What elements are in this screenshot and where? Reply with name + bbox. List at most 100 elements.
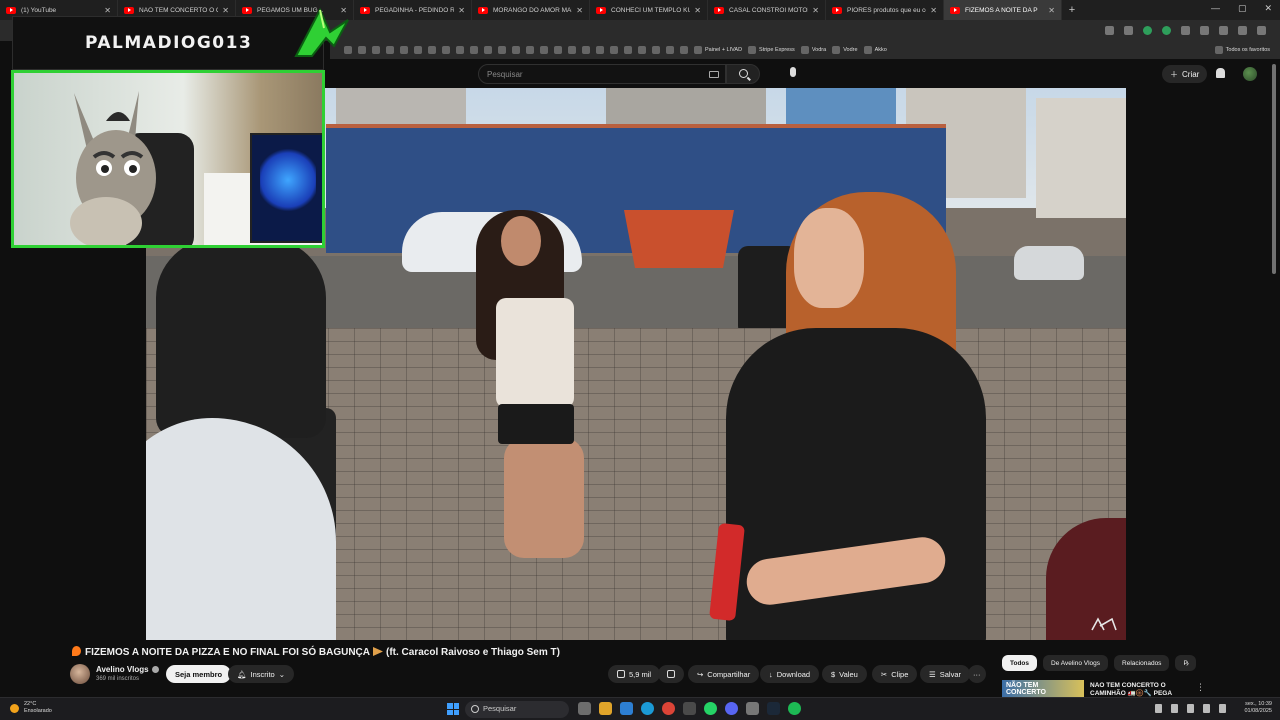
bookmark-item[interactable] <box>610 46 618 54</box>
chip-all[interactable]: Todos <box>1002 655 1038 671</box>
share-button[interactable]: ↪ Compartilhar <box>688 665 760 683</box>
bookmark-item[interactable] <box>554 46 562 54</box>
chip-channel[interactable]: De Avelino Vlogs <box>1043 655 1109 671</box>
install-app-icon[interactable] <box>1105 26 1114 35</box>
bookmark-stripe[interactable]: Stripe Express <box>748 46 795 54</box>
bookmark-item[interactable] <box>358 46 366 54</box>
bookmark-akko[interactable]: Akko <box>863 46 887 54</box>
bell-icon[interactable] <box>1216 68 1225 78</box>
close-tab-icon[interactable]: ✕ <box>222 6 229 15</box>
bookmark-item[interactable] <box>638 46 646 54</box>
chevron-right-icon[interactable]: › <box>1186 658 1189 668</box>
spotify-icon[interactable] <box>788 702 801 715</box>
bookmark-item[interactable] <box>680 46 688 54</box>
wifi-icon[interactable] <box>1203 704 1210 713</box>
more-actions-button[interactable]: ··· <box>968 665 986 683</box>
app-icon[interactable] <box>683 702 696 715</box>
tray-icon[interactable] <box>1155 704 1162 713</box>
taskbar-search[interactable]: Pesquisar <box>465 701 569 718</box>
search-input[interactable]: Pesquisar <box>478 64 726 84</box>
bookmark-item[interactable] <box>386 46 394 54</box>
bookmark-vodre[interactable]: Vodre <box>832 46 858 54</box>
maximize-icon[interactable]: ▢ <box>1238 3 1247 14</box>
profile-icon[interactable] <box>1238 26 1247 35</box>
page-scrollbar[interactable] <box>1272 64 1276 274</box>
downloads-icon[interactable] <box>1219 26 1228 35</box>
bookmark-item[interactable] <box>456 46 464 54</box>
create-button[interactable]: ＋ Criar <box>1162 65 1208 83</box>
close-tab-icon[interactable]: ✕ <box>458 6 465 15</box>
browser-tab[interactable]: CONHECI UM TEMPLO KUNG✕ <box>590 0 708 20</box>
extension-icon[interactable] <box>1162 26 1171 35</box>
bookmark-item[interactable] <box>596 46 604 54</box>
minimize-icon[interactable]: — <box>1211 3 1220 14</box>
bookmark-item[interactable] <box>540 46 548 54</box>
close-window-icon[interactable]: ✕ <box>1264 3 1272 14</box>
extension-icon[interactable] <box>1143 26 1152 35</box>
search-button[interactable] <box>726 64 760 84</box>
menu-icon[interactable] <box>1257 26 1266 35</box>
tray-icon[interactable] <box>1171 704 1178 713</box>
chrome-icon[interactable] <box>662 702 675 715</box>
steam-icon[interactable] <box>767 702 780 715</box>
discord-icon[interactable] <box>725 702 738 715</box>
browser-tab-active[interactable]: FIZEMOS A NOITE DA P ✕ <box>944 0 1062 20</box>
browser-tab[interactable]: PEGADINHA - PEDINDO REMI✕ <box>354 0 472 20</box>
bookmark-item[interactable] <box>568 46 576 54</box>
extension-icon[interactable] <box>1200 26 1209 35</box>
thanks-button[interactable]: $ Valeu <box>822 665 867 683</box>
bookmark-item[interactable] <box>582 46 590 54</box>
dislike-button[interactable] <box>658 665 684 683</box>
join-button[interactable]: Seja membro <box>166 665 232 683</box>
chip-related[interactable]: Relacionados <box>1114 655 1170 671</box>
bookmark-vodra[interactable]: Vodra <box>800 46 826 54</box>
close-tab-icon[interactable]: ✕ <box>812 6 819 15</box>
mic-icon[interactable] <box>790 67 796 77</box>
bookmark-item[interactable] <box>666 46 674 54</box>
bookmark-item[interactable] <box>624 46 632 54</box>
browser-tab[interactable]: CASAL CONSTRÓI MOTORHO✕ <box>708 0 826 20</box>
settings-icon[interactable] <box>746 702 759 715</box>
more-vert-icon[interactable]: ⋮ <box>1196 682 1205 693</box>
channel-avatar[interactable] <box>70 664 90 684</box>
close-tab-icon[interactable]: ✕ <box>930 6 937 15</box>
bookmark-item[interactable] <box>512 46 520 54</box>
bookmark-item[interactable] <box>442 46 450 54</box>
bookmark-item[interactable] <box>372 46 380 54</box>
volume-icon[interactable] <box>1219 704 1226 713</box>
channel-watermark-icon[interactable] <box>1090 616 1118 632</box>
bookmark-star-icon[interactable] <box>1124 26 1133 35</box>
close-tab-icon[interactable]: ✕ <box>104 6 111 15</box>
bookmark-item[interactable] <box>484 46 492 54</box>
clip-button[interactable]: ✂ Clipe <box>872 665 918 683</box>
close-tab-icon[interactable]: ✕ <box>1048 6 1055 15</box>
recommendation-thumbnail[interactable]: NÃO TEM CONCERTO <box>1002 680 1084 698</box>
channel-name[interactable]: Avelino Vlogs <box>96 665 159 674</box>
close-tab-icon[interactable]: ✕ <box>694 6 701 15</box>
keyboard-icon[interactable] <box>709 71 719 78</box>
bookmark-item[interactable] <box>470 46 478 54</box>
bookmark-item[interactable] <box>498 46 506 54</box>
system-clock[interactable]: sex., 10:39 01/08/2025 <box>1244 701 1272 715</box>
bookmark-item[interactable] <box>652 46 660 54</box>
subscribed-button[interactable]: 🔔︎ Inscrito ⌄ <box>228 665 295 683</box>
weather-widget[interactable]: 22°C Ensolarado <box>10 701 52 715</box>
browser-tab[interactable]: PIORES produtos que eu comp✕ <box>826 0 944 20</box>
browser-tab[interactable]: MORANGO DO AMOR MAIS B✕ <box>472 0 590 20</box>
bookmark-item[interactable] <box>428 46 436 54</box>
whatsapp-icon[interactable] <box>704 702 717 715</box>
all-bookmarks[interactable]: Todos os favoritos <box>1214 46 1280 54</box>
bookmark-item[interactable] <box>414 46 422 54</box>
extension-icon[interactable] <box>1181 26 1190 35</box>
bookmark-painel[interactable]: Painel + LIVAD <box>694 46 742 54</box>
new-tab-button[interactable]: + <box>1062 4 1082 16</box>
bookmark-item[interactable] <box>400 46 408 54</box>
save-button[interactable]: ☰ Salvar <box>920 665 970 683</box>
account-avatar[interactable] <box>1243 67 1257 81</box>
tray-icon[interactable] <box>1187 704 1194 713</box>
file-explorer-icon[interactable] <box>599 702 612 715</box>
store-icon[interactable] <box>620 702 633 715</box>
bookmark-item[interactable] <box>526 46 534 54</box>
download-button[interactable]: ↓ Download <box>760 665 820 683</box>
task-view-icon[interactable] <box>578 702 591 715</box>
